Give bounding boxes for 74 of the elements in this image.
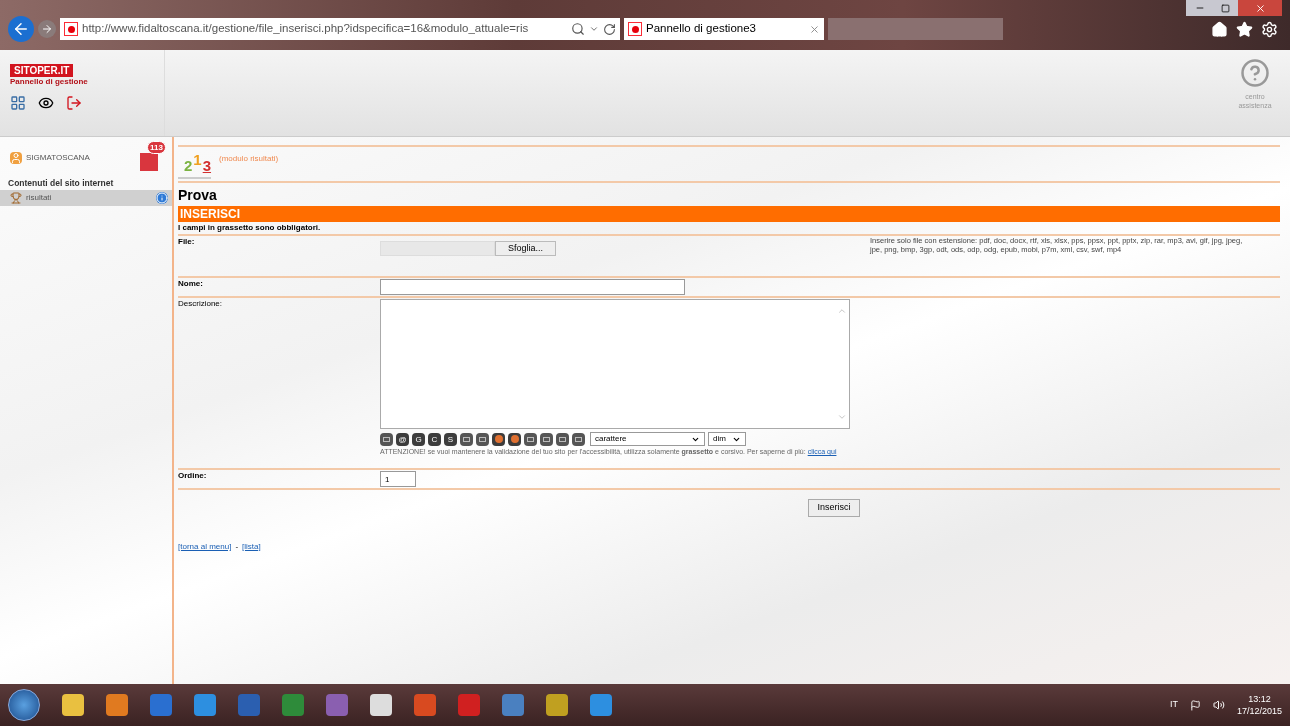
exit-icon[interactable] [66, 95, 82, 111]
grid-icon[interactable] [10, 95, 26, 111]
app-logo: SITOPER.IT Pannello di gestione [10, 64, 89, 87]
browser-tab[interactable]: Pannello di gestione3 [624, 18, 824, 40]
name-field[interactable] [380, 279, 685, 295]
image-tool-icon[interactable] [508, 432, 521, 446]
format-button[interactable]: @ [396, 432, 409, 446]
taskbar-app-icon[interactable] [590, 694, 612, 716]
form-header: INSERISCI [178, 206, 1280, 222]
menu-link[interactable]: [torna al menu] [178, 541, 232, 553]
refresh-icon[interactable] [603, 22, 616, 36]
site-name: SIGMATOSCANA [26, 152, 91, 164]
taskbar-app-icon[interactable] [326, 694, 348, 716]
taskbar-app-icon[interactable] [106, 694, 128, 716]
back-icon[interactable] [8, 16, 34, 42]
browse-button[interactable]: Sfoglia... [495, 241, 557, 256]
font-select[interactable]: carattere [590, 432, 705, 446]
toolbar-tool-icon[interactable] [556, 432, 569, 446]
taskbar-app-icon[interactable] [194, 694, 216, 716]
taskbar-app-icon[interactable] [502, 694, 524, 716]
search-icon[interactable] [571, 22, 585, 36]
clock-time[interactable]: 13:12 [1248, 693, 1271, 705]
user-icon [10, 152, 22, 164]
clock-date[interactable]: 17/12/2015 [1236, 705, 1282, 717]
sidebar-item[interactable]: risultati [0, 189, 172, 206]
home-icon[interactable] [1211, 20, 1228, 38]
toolbar-tool-icon[interactable] [460, 432, 473, 446]
format-button[interactable]: C [428, 432, 441, 446]
toolbar-tool-icon[interactable] [476, 432, 489, 446]
start-icon[interactable] [8, 689, 40, 721]
page-title: Prova [178, 186, 218, 205]
notification-badge: 113 [147, 141, 166, 154]
size-select[interactable]: dim [708, 432, 746, 446]
toolbar-tool-icon[interactable] [380, 432, 393, 446]
site-icon [64, 22, 78, 36]
trophy-icon [10, 191, 22, 204]
section-heading: Contenuti del sito internet [7, 177, 115, 190]
taskbar-app-icon[interactable] [414, 694, 436, 716]
star-icon[interactable] [1236, 20, 1253, 38]
language-indicator[interactable]: IT [1169, 698, 1178, 712]
help-icon[interactable] [1240, 58, 1270, 88]
taskbar-app-icon[interactable] [370, 694, 392, 716]
order-field[interactable]: 1 [380, 471, 416, 487]
address-bar[interactable]: http://www.fidaltoscana.it/gestione/file_inserisci.php?idspecifica=16&modulo_attuale=ris [60, 18, 620, 40]
format-button[interactable]: G [412, 432, 425, 446]
settings-icon[interactable] [1261, 20, 1278, 38]
submit-button[interactable]: Inserisci [808, 499, 860, 517]
field-label: File: [178, 236, 196, 248]
site-icon [628, 22, 642, 36]
taskbar-app-icon[interactable] [150, 694, 172, 716]
forward-icon[interactable] [38, 20, 56, 38]
format-button[interactable]: S [444, 432, 457, 446]
taskbar-app-icon[interactable] [458, 694, 480, 716]
taskbar-app-icon[interactable] [546, 694, 568, 716]
list-link[interactable]: [lista] [242, 541, 261, 553]
toolbar-tool-icon[interactable] [572, 432, 585, 446]
flag-icon[interactable] [1189, 699, 1201, 711]
image-tool-icon[interactable] [492, 432, 505, 446]
close-icon[interactable] [809, 23, 820, 35]
podium-logo: 213 [178, 148, 212, 180]
eye-icon[interactable] [38, 95, 54, 111]
module-label: (modulo risultati) [219, 153, 279, 165]
toolbar-tool-icon[interactable] [524, 432, 537, 446]
taskbar-app-icon[interactable] [282, 694, 304, 716]
required-note: I campi in grassetto sono obbligatori. [178, 222, 321, 234]
taskbar-app-icon[interactable] [62, 694, 84, 716]
toolbar-tool-icon[interactable] [540, 432, 553, 446]
notification-icon[interactable] [140, 153, 158, 171]
field-label: Ordine: [178, 470, 208, 482]
link-separator: - [235, 541, 239, 553]
field-label: Nome: [178, 278, 204, 290]
volume-icon[interactable] [1212, 699, 1225, 711]
field-label: Descrizione: [178, 298, 223, 310]
info-icon[interactable] [156, 191, 168, 204]
